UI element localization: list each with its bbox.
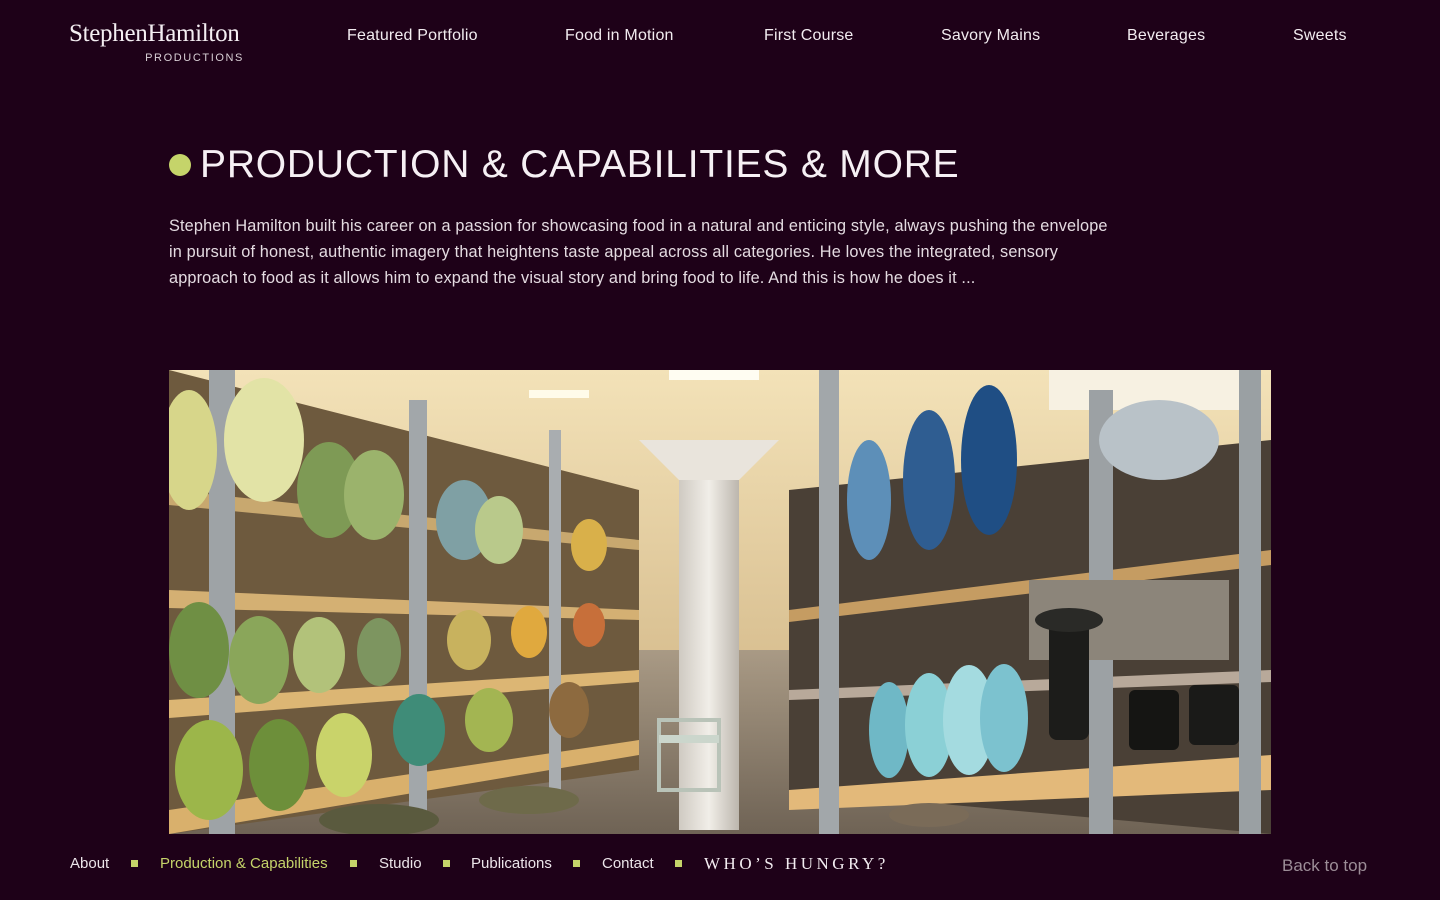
footer-link-contact[interactable]: Contact	[602, 855, 654, 872]
footer-link-studio[interactable]: Studio	[379, 855, 422, 872]
footer-separator-icon	[573, 860, 580, 867]
title-bullet-icon	[169, 154, 191, 176]
prop-warehouse-image	[169, 370, 1271, 834]
footer-nav: About Production & Capabilities Studio P…	[0, 852, 1440, 878]
footer-separator-icon	[675, 860, 682, 867]
footer-link-publications[interactable]: Publications	[471, 855, 552, 872]
nav-item-food-in-motion[interactable]: Food in Motion	[565, 27, 674, 45]
brand-subtitle: PRODUCTIONS	[145, 52, 244, 64]
production-video[interactable]	[169, 370, 1271, 834]
nav-item-first-course[interactable]: First Course	[764, 27, 854, 45]
nav-item-sweets[interactable]: Sweets	[1293, 27, 1347, 45]
footer-separator-icon	[443, 860, 450, 867]
footer-separator-icon	[350, 860, 357, 867]
page-title-row: PRODUCTION & CAPABILITIES & MORE	[169, 143, 960, 187]
nav-item-savory-mains[interactable]: Savory Mains	[941, 27, 1040, 45]
nav-item-featured-portfolio[interactable]: Featured Portfolio	[347, 27, 478, 45]
page-title: PRODUCTION & CAPABILITIES & MORE	[200, 143, 960, 186]
footer-link-about[interactable]: About	[70, 855, 109, 872]
footer-separator-icon	[131, 860, 138, 867]
footer-tagline[interactable]: WHO’S HUNGRY?	[704, 854, 889, 874]
intro-paragraph: Stephen Hamilton built his career on a p…	[169, 217, 1108, 287]
nav-item-beverages[interactable]: Beverages	[1127, 27, 1205, 45]
footer-link-production-capabilities[interactable]: Production & Capabilities	[160, 855, 328, 872]
back-to-top-link[interactable]: Back to top	[1282, 856, 1367, 876]
main-nav: Featured Portfolio Food in Motion First …	[0, 27, 1440, 49]
